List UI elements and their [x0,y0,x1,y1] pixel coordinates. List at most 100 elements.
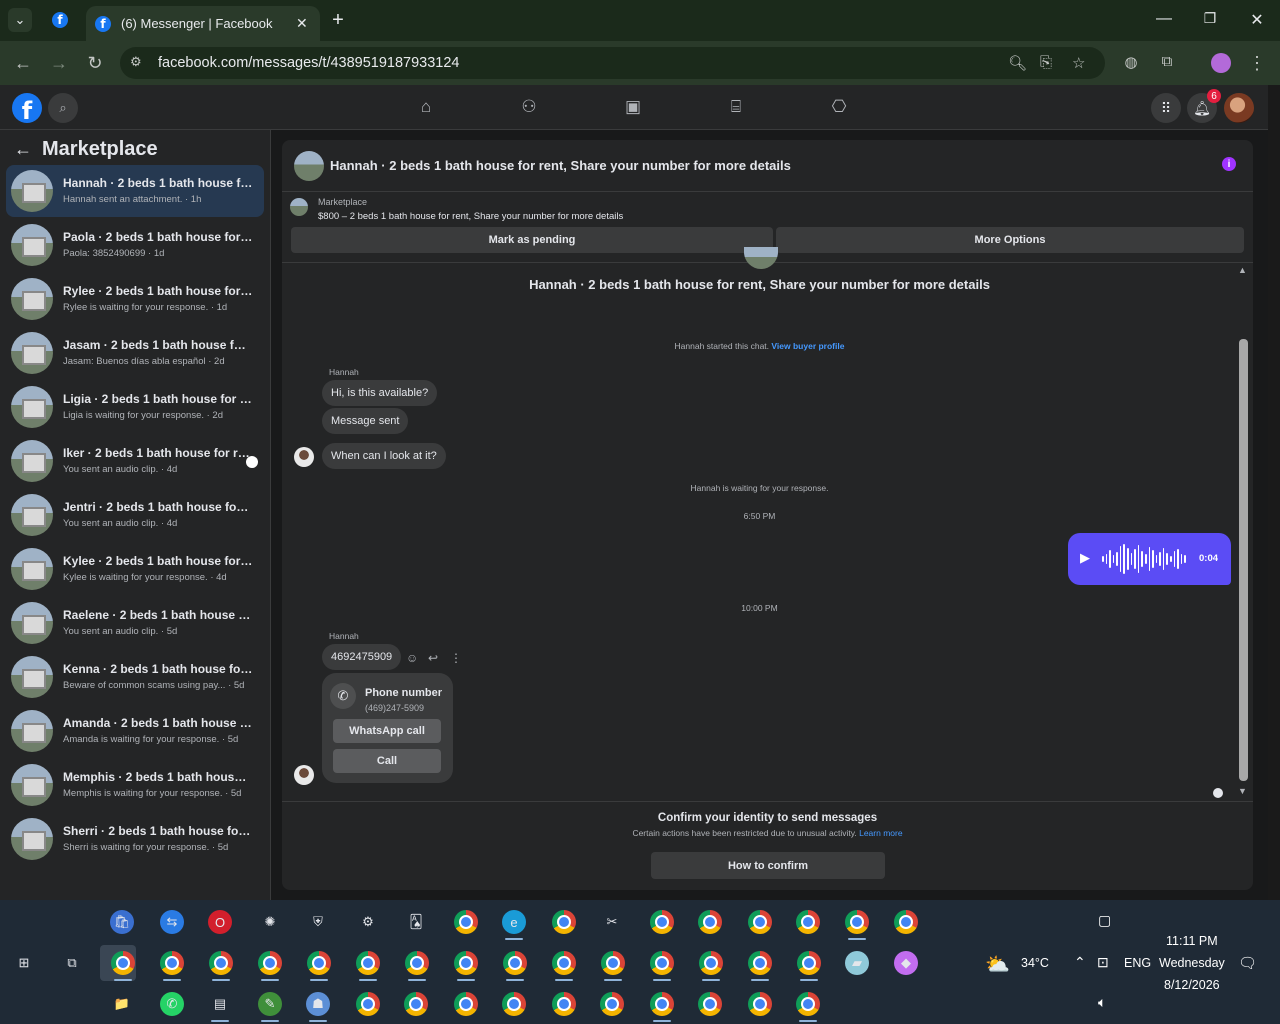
opera-icon[interactable]: O [208,910,232,934]
listing-description[interactable]: $800 – 2 beds 1 bath house for rent, Sha… [318,211,623,222]
mark-pending-button[interactable]: Mark as pending [291,227,773,253]
account-avatar[interactable] [1224,93,1254,123]
view-buyer-profile-link[interactable]: View buyer profile [771,341,844,351]
tab-messenger[interactable]: f (6) Messenger | Facebook ✕ [86,6,320,41]
volume-icon[interactable]: 🔈︎ [1098,994,1106,1011]
conversation-item[interactable]: Kenna · 2 beds 1 bath house for re... Bew… [6,651,264,703]
browser-menu-icon[interactable]: ⋮ [1246,53,1268,74]
forward-icon[interactable]: → [48,53,70,74]
message-bubble[interactable]: Message sent [322,408,409,434]
windows-start-icon[interactable]: ⊞ [12,951,36,975]
zoom-icon[interactable]: 🔍︎ [1008,54,1027,72]
message-bubble[interactable]: 4692475909 [322,644,402,670]
tab-search-chevron-icon[interactable]: ⌄ [8,8,32,32]
chrome-icon[interactable] [552,910,576,934]
chrome-profile-icon[interactable] [845,910,869,934]
defender-icon[interactable]: ⛨ [306,910,330,934]
friends-icon[interactable]: ⚇ [517,95,541,119]
chatgpt-icon[interactable]: ✺ [258,910,282,934]
reply-icon[interactable]: ↩ [428,651,438,665]
chrome-profile-icon[interactable] [600,992,624,1016]
chrome-profile-icon[interactable] [258,951,282,975]
chrome-profile-icon[interactable] [502,992,526,1016]
conversation-item[interactable]: Memphis · 2 beds 1 bath house for... Memp… [6,759,264,811]
profile-avatar-icon[interactable] [1211,53,1231,73]
chrome-profile-icon[interactable] [748,992,772,1016]
emoji-react-icon[interactable]: ☺ [406,651,418,665]
chrome-profile-icon[interactable] [796,992,820,1016]
chrome-profile-icon[interactable] [650,992,674,1016]
listing-thumbnail[interactable] [294,151,324,181]
whatsapp-call-button[interactable]: WhatsApp call [333,719,441,743]
chrome-profile-icon[interactable] [160,951,184,975]
notification-center-icon[interactable]: 🗨 [1238,954,1257,972]
chrome-icon[interactable] [454,910,478,934]
scroll-up-icon[interactable]: ▲ [1238,265,1247,275]
chrome-profile-icon[interactable] [797,951,821,975]
conversation-item[interactable]: Kylee · 2 beds 1 bath house for ren... Ky… [6,543,264,595]
chrome-profile-icon[interactable] [748,951,772,975]
page-scrollbar[interactable] [1268,85,1280,900]
clock-date[interactable]: 8/12/2026 [1164,978,1220,992]
conversation-item[interactable]: Jentri · 2 beds 1 bath house for ren... Y… [6,489,264,541]
chrome-profile-icon[interactable] [698,992,722,1016]
thread-scrollbar-thumb[interactable] [1239,339,1248,781]
menu-grid-icon[interactable]: ⠿ [1151,93,1181,123]
weather-temp[interactable]: 34°C [1021,956,1049,970]
gaming-icon[interactable]: ⎔ [827,95,851,119]
more-options-button[interactable]: More Options [776,227,1244,253]
chrome-profile-icon[interactable] [454,992,478,1016]
tray-chevron-icon[interactable]: ⌃ [1074,954,1086,971]
facebook-logo-icon[interactable]: f [12,93,42,123]
more-actions-icon[interactable]: ⋮ [450,651,462,665]
call-button[interactable]: Call [333,749,441,773]
network-icon[interactable]: ⊡ [1097,954,1109,971]
pinned-tab-facebook[interactable]: f [48,8,72,32]
how-to-confirm-button[interactable]: How to confirm [651,852,885,879]
conversation-item[interactable]: Ligia · 2 beds 1 bath house for rent... L… [6,381,264,433]
file-explorer-icon[interactable]: 📁 [110,992,134,1016]
remote-desktop-icon[interactable]: ⇆ [160,910,184,934]
site-info-icon[interactable]: ⚙ [130,54,142,70]
photos-icon[interactable]: ▤ [208,992,232,1016]
globe-extension-icon[interactable]: ◍ [1120,53,1142,71]
info-icon[interactable]: i [1222,157,1236,171]
chrome-profile-icon[interactable] [111,951,135,975]
conversation-item[interactable]: Raelene · 2 beds 1 bath house for r... Yo… [6,597,264,649]
back-icon[interactable]: ← [12,53,34,74]
chrome-profile-icon[interactable] [650,951,674,975]
chrome-profile-icon[interactable] [601,951,625,975]
chrome-profile-icon[interactable] [404,992,428,1016]
play-icon[interactable]: ▶ [1080,550,1090,566]
chrome-profile-icon[interactable] [356,992,380,1016]
new-tab-plus-icon[interactable]: + [326,8,350,32]
chrome-profile-icon[interactable] [894,910,918,934]
window-close-icon[interactable]: ✕ [1247,10,1267,30]
bookmark-star-icon[interactable]: ☆ [1072,54,1085,72]
settings-gear-icon[interactable]: ⚙ [356,910,380,934]
learn-more-link[interactable]: Learn more [859,828,902,838]
clock-time[interactable]: 11:11 PM [1166,934,1218,948]
conversation-item[interactable]: Paola · 2 beds 1 bath house for ren... Pa… [6,219,264,271]
store-icon[interactable]: 🛍 [110,910,134,934]
marketplace-icon[interactable]: ⌸ [724,95,748,119]
solitaire-icon[interactable]: 🂡 [404,910,428,934]
whatsapp-icon[interactable]: ✆ [160,992,184,1016]
edge-icon[interactable]: e [502,910,526,934]
chrome-profile-icon[interactable] [209,951,233,975]
chat-title[interactable]: Hannah · 2 beds 1 bath house for rent, S… [330,158,791,173]
task-view-icon[interactable]: ⧉ [60,951,84,975]
conversation-item[interactable]: Sherri · 2 beds 1 bath house for re... Sh… [6,813,264,865]
tablet-mode-icon[interactable]: ▢ [1098,912,1111,929]
message-bubble[interactable]: Hi, is this available? [322,380,438,406]
chrome-profile-icon[interactable] [650,910,674,934]
restore-icon[interactable]: ❐ [1200,10,1220,27]
scroll-down-icon[interactable]: ▼ [1238,786,1247,796]
extensions-puzzle-icon[interactable]: ⧉ [1156,53,1178,70]
chrome-profile-icon[interactable] [699,951,723,975]
video-icon[interactable]: ▣ [621,95,645,119]
tab-close-icon[interactable]: ✕ [296,15,308,32]
chrome-profile-icon[interactable] [796,910,820,934]
address-bar[interactable]: ⚙ facebook.com/messages/t/43895191879331… [120,47,1105,79]
conversation-item[interactable]: Hannah · 2 beds 1 bath house for r... Han… [6,165,264,217]
